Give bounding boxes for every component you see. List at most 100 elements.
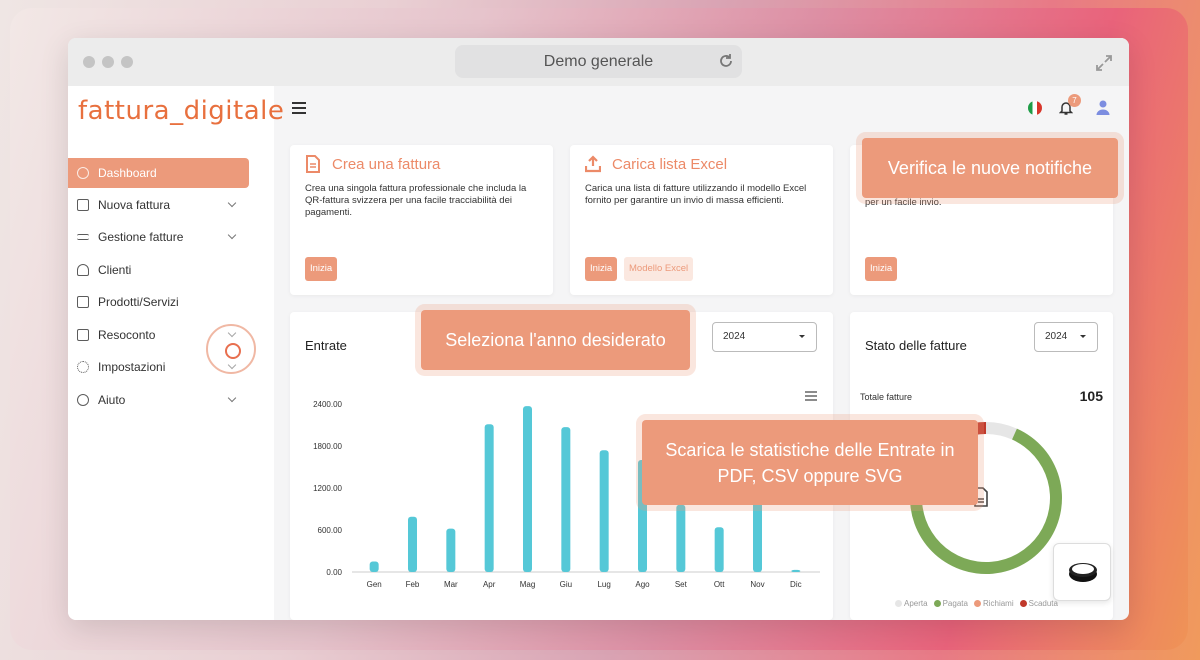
x-tick-label: Giu: [560, 580, 572, 589]
app-logo[interactable]: fattura_digitale: [78, 96, 284, 126]
card-crea-fattura: Crea una fattura Crea una singola fattur…: [290, 145, 553, 295]
minimize-dot[interactable]: [102, 56, 114, 68]
sidebar-item-gestione-fatture[interactable]: Gestione fatture: [68, 222, 249, 252]
bar-apr[interactable]: [484, 424, 494, 572]
card-text: Carica una lista di fatture utilizzando …: [585, 183, 807, 206]
inizia-button[interactable]: Inizia: [305, 257, 338, 281]
card-text: Crea una singola fattura professionale c…: [305, 183, 527, 218]
menu-icon[interactable]: [292, 102, 306, 114]
sidebar-item-label: Resoconto: [98, 328, 156, 342]
revenue-year-select[interactable]: 2024: [712, 322, 817, 352]
sidebar-item-prodotti-servizi[interactable]: Prodotti/Servizi: [68, 287, 249, 317]
close-dot[interactable]: [83, 56, 95, 68]
chevron-down-icon: [227, 198, 237, 208]
sidebar-item-label: Clienti: [98, 263, 132, 277]
status-title: Stato delle fatture: [865, 338, 967, 353]
sidebar-item-label: Dashboard: [98, 166, 157, 180]
bar-gen[interactable]: [369, 561, 379, 573]
chat-icon: [1069, 563, 1097, 582]
help-widget-button[interactable]: [1053, 543, 1111, 601]
help-icon: [77, 394, 89, 406]
folder-icon: [77, 199, 89, 211]
bar-dic[interactable]: [791, 569, 801, 572]
x-tick-label: Set: [675, 580, 688, 589]
inizia-button[interactable]: Inizia: [585, 257, 618, 281]
box-icon: [77, 296, 89, 308]
bar-set[interactable]: [676, 504, 686, 572]
status-legend: Aperta Pagata Richiami Scaduta: [895, 599, 1058, 608]
italy-flag-icon[interactable]: [1028, 101, 1042, 115]
y-tick-label: 0.00: [326, 568, 342, 577]
report-icon: [77, 329, 89, 341]
sidebar-item-label: Impostazioni: [98, 360, 166, 374]
x-tick-label: Dic: [790, 580, 802, 589]
x-tick-label: Nov: [750, 580, 764, 589]
title-bar: Demo generale: [68, 38, 1129, 86]
zoom-dot[interactable]: [121, 56, 133, 68]
total-label: Totale fatture: [860, 392, 913, 402]
tooltip-download: Scarica le statistiche delle Entrate in …: [642, 420, 978, 505]
y-tick-label: 600.00: [318, 526, 343, 535]
bar-mar[interactable]: [446, 528, 456, 572]
revenue-title: Entrate: [305, 338, 347, 353]
sidebar-item-label: Prodotti/Servizi: [98, 295, 179, 309]
total-value: 105: [1079, 388, 1103, 404]
sidebar-item-label: Nuova fattura: [98, 198, 171, 212]
card-title: Crea una fattura: [332, 156, 441, 173]
tooltip-notifications: Verifica le nuove notifiche: [862, 138, 1118, 198]
card-carica-excel: Carica lista Excel Carica una lista di f…: [570, 145, 833, 295]
upload-icon: [585, 155, 601, 173]
y-tick-label: 1800.00: [313, 442, 342, 451]
bar-giu[interactable]: [561, 427, 571, 572]
cursor-indicator: [206, 324, 256, 374]
inizia-button[interactable]: Inizia: [865, 257, 898, 281]
x-tick-label: Lug: [597, 580, 610, 589]
bar-lug[interactable]: [599, 450, 609, 572]
user-avatar-icon[interactable]: [1095, 99, 1111, 115]
bar-nov[interactable]: [753, 495, 762, 572]
y-tick-label: 1200.00: [313, 484, 342, 493]
notification-badge: 7: [1068, 94, 1081, 107]
expand-icon[interactable]: [1095, 54, 1113, 72]
chevron-down-icon: [227, 230, 237, 240]
x-tick-label: Mag: [520, 580, 536, 589]
users-icon: [77, 264, 89, 276]
modello-excel-button[interactable]: Modello Excel: [624, 257, 694, 281]
x-tick-label: Feb: [406, 580, 420, 589]
x-tick-label: Mar: [444, 580, 458, 589]
bar-feb[interactable]: [408, 516, 417, 572]
x-tick-label: Gen: [367, 580, 382, 589]
sidebar-item-label: Aiuto: [98, 393, 126, 407]
card-text: per un facile invio.: [865, 197, 942, 208]
document-icon: [306, 155, 320, 173]
sidebar-item-aiuto[interactable]: Aiuto: [68, 385, 249, 415]
y-tick-label: 2400.00: [313, 400, 342, 409]
sidebar-item-nuova-fattura[interactable]: Nuova fattura: [68, 190, 249, 220]
sidebar-item-clienti[interactable]: Clienti: [68, 255, 249, 285]
sidebar: fattura_digitale Dashboard Nuova fattura…: [68, 86, 284, 620]
legend-item[interactable]: Scaduta: [1019, 599, 1058, 608]
x-tick-label: Ott: [714, 580, 725, 589]
tooltip-year: Seleziona l'anno desiderato: [421, 310, 690, 370]
legend-item[interactable]: Richiami: [973, 599, 1014, 608]
sidebar-item-label: Gestione fatture: [98, 230, 184, 244]
x-tick-label: Ago: [635, 580, 650, 589]
sidebar-item-dashboard[interactable]: Dashboard: [68, 158, 249, 188]
legend-item[interactable]: Aperta: [895, 599, 928, 608]
x-tick-label: Apr: [483, 580, 496, 589]
bar-ott[interactable]: [714, 527, 724, 572]
gear-icon: [77, 361, 89, 373]
reload-icon[interactable]: [718, 53, 734, 69]
status-year-select[interactable]: 2024: [1034, 322, 1098, 352]
list-icon: [77, 234, 89, 240]
bar-mag[interactable]: [523, 406, 532, 572]
status-year-value: 2024: [1045, 331, 1068, 342]
address-bar[interactable]: Demo generale: [455, 45, 742, 78]
card-title: Carica lista Excel: [612, 156, 728, 173]
slice-aperta[interactable]: [986, 422, 1017, 440]
revenue-year-value: 2024: [723, 331, 746, 342]
dashboard-icon: [77, 167, 89, 179]
address-title: Demo generale: [543, 53, 654, 70]
chevron-down-icon: [227, 393, 237, 403]
legend-item[interactable]: Pagata: [933, 599, 968, 608]
